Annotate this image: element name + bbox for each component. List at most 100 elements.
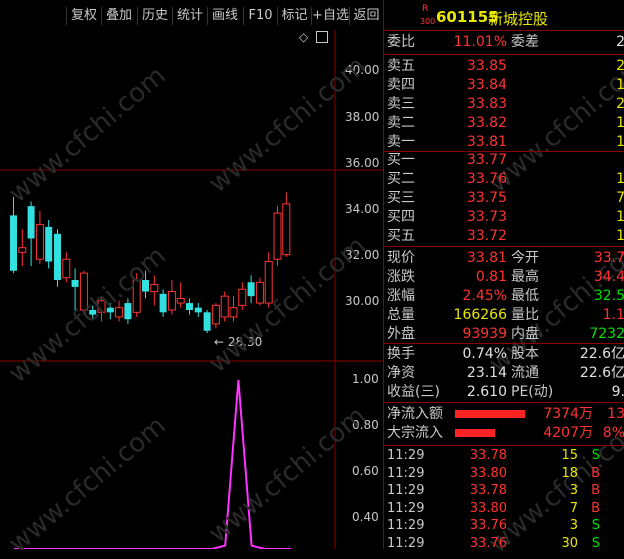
candle-body[interactable] [229, 307, 238, 318]
bid-row[interactable]: 买三 33.75 7 [384, 189, 624, 208]
candle-body[interactable] [10, 215, 17, 271]
ask-volume: 1 [616, 115, 624, 131]
ask-price: 33.84 [466, 77, 507, 93]
back-button[interactable]: 返回 [349, 7, 383, 25]
stat-value-2: 9. [611, 384, 624, 400]
stat-label: 换手 [387, 346, 415, 362]
candle-body[interactable] [273, 212, 282, 260]
candle-body[interactable] [176, 297, 185, 304]
quote-row: 现价 33.81 今开 33.7 [384, 249, 624, 268]
add-watchlist-button[interactable]: +自选 [311, 7, 349, 25]
quote-value-2: 34.4 [593, 269, 624, 285]
candle-body[interactable] [247, 282, 255, 297]
bid-row[interactable]: 买二 33.76 1 [384, 170, 624, 189]
quote-label: 总量 [387, 307, 415, 323]
candle-body[interactable] [18, 247, 27, 253]
tick-side: S [591, 448, 600, 463]
ask-row[interactable]: 卖三 33.83 2 [384, 95, 624, 114]
tick-side: B [591, 500, 600, 516]
ask-price: 33.81 [466, 134, 507, 150]
tick-row: 11:29 33.78 15 S [384, 447, 624, 464]
bid-label: 买五 [387, 228, 415, 244]
f10-button[interactable]: F10 [243, 7, 277, 25]
candle-body[interactable] [35, 224, 44, 260]
ask-row[interactable]: 卖一 33.81 1 [384, 133, 624, 152]
candle-body[interactable] [211, 304, 220, 325]
divider [384, 30, 624, 31]
ratio-row: 委比 11.01% 委差 2 [384, 33, 624, 52]
badge-bottom: 300 [420, 17, 436, 26]
bid-label: 买四 [387, 209, 415, 225]
ask-label: 卖四 [387, 77, 415, 93]
quote-row: 涨跌 0.81 最高 34.4 [384, 268, 624, 287]
draw-line-button[interactable]: 画线 [207, 7, 242, 25]
bid-price: 33.75 [466, 190, 507, 206]
indicator-tick: 0.60 [352, 464, 379, 478]
tick-volume: 3 [569, 483, 578, 498]
overlay-button[interactable]: 叠加 [101, 7, 136, 25]
candle-body[interactable] [62, 258, 71, 279]
divider [384, 54, 624, 55]
quote-value-2: 1.1 [602, 307, 624, 323]
bid-row[interactable]: 买四 33.73 1 [384, 208, 624, 227]
candle-body[interactable] [159, 293, 167, 313]
diamond-icon[interactable]: ◇ [299, 30, 308, 44]
divider [384, 402, 624, 403]
ask-row[interactable]: 卖二 33.82 1 [384, 114, 624, 133]
quote-label-2: 最低 [511, 288, 539, 304]
ask-price: 33.85 [466, 58, 507, 74]
bid-row[interactable]: 买一 33.77 [384, 151, 624, 170]
candle-body[interactable] [167, 291, 176, 311]
maximize-icon[interactable] [316, 31, 328, 43]
candle-body[interactable] [282, 203, 291, 256]
tick-time: 11:29 [387, 518, 425, 533]
candle-body[interactable] [264, 261, 273, 304]
quote-value: 93939 [462, 326, 507, 342]
ask-row[interactable]: 卖四 33.84 1 [384, 76, 624, 95]
flow-row: 大宗流入 4207万 8% [384, 424, 624, 443]
ratio-value: 11.01% [453, 34, 507, 50]
indicator-tick: 0.40 [352, 510, 379, 524]
flow-pct: 13 [607, 406, 624, 422]
bid-row[interactable]: 买五 33.72 1 [384, 227, 624, 246]
flow-bar [455, 429, 495, 437]
quote-label: 外盘 [387, 326, 415, 342]
ask-volume: 2 [616, 96, 624, 112]
quote-value: 166266 [453, 307, 507, 323]
history-button[interactable]: 历史 [137, 7, 172, 25]
ask-volume: 1 [616, 77, 624, 93]
tick-volume: 18 [561, 465, 578, 481]
candle-body[interactable] [27, 206, 35, 239]
tick-side: S [591, 518, 600, 533]
diff-value: 2 [616, 34, 624, 50]
quote-row: 外盘 93939 内盘 7232 [384, 325, 624, 344]
restore-rights-button[interactable]: 复权 [66, 7, 101, 25]
statistics-button[interactable]: 统计 [172, 7, 207, 25]
margin-badge: R [422, 4, 428, 14]
candle-body[interactable] [150, 284, 159, 293]
candle-body[interactable] [45, 226, 53, 262]
quote-value-2: 33.7 [593, 250, 624, 266]
candle-body[interactable] [54, 233, 61, 280]
tick-volume: 3 [569, 518, 578, 533]
flow-pct: 8% [602, 425, 624, 441]
ask-row[interactable]: 卖五 33.85 2 [384, 57, 624, 76]
stat-label: 收益(三) [387, 384, 440, 400]
candle-body[interactable] [71, 280, 79, 287]
candle-body[interactable] [203, 312, 211, 331]
bid-volume: 7 [616, 190, 624, 206]
candle-body[interactable] [255, 281, 264, 304]
tick-row: 11:29 33.80 18 B [384, 465, 624, 482]
quote-row: 涨幅 2.45% 最低 32.5 [384, 287, 624, 306]
candle-body[interactable] [194, 307, 202, 313]
candle-body[interactable] [124, 303, 132, 320]
quote-value-2: 32.5 [593, 288, 624, 304]
bid-volume: 1 [616, 171, 624, 187]
stat-value: 2.610 [466, 384, 507, 400]
candle-body[interactable] [186, 303, 193, 310]
candle-body[interactable] [238, 288, 247, 306]
mark-button[interactable]: 标记 [277, 7, 311, 25]
quote-label-2: 最高 [511, 269, 539, 285]
bid-label: 买三 [387, 190, 415, 206]
candle-body[interactable] [220, 295, 229, 318]
